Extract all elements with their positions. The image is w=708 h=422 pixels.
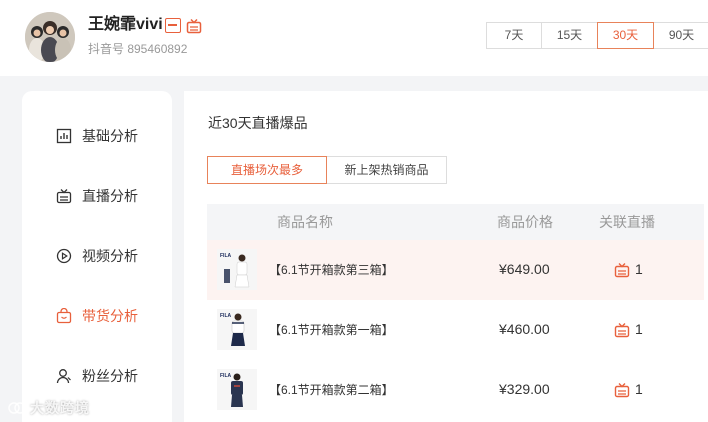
column-header-price: 商品价格 bbox=[497, 214, 553, 230]
table-header: 商品名称 商品价格 关联直播 bbox=[207, 204, 704, 240]
level-badge-icon bbox=[165, 18, 181, 33]
related-live-count[interactable]: 1 bbox=[635, 381, 643, 397]
sidebar-item-basic-analysis[interactable]: 基础分析 bbox=[22, 121, 172, 151]
shopping-bag-icon bbox=[56, 307, 72, 324]
live-tv-icon bbox=[614, 262, 630, 278]
bar-chart-icon bbox=[56, 128, 72, 144]
product-thumbnail[interactable]: FILA bbox=[217, 369, 257, 410]
douyin-id: 抖音号 895460892 bbox=[88, 42, 188, 56]
sidebar-item-label: 带货分析 bbox=[82, 308, 138, 324]
sidebar-item-label: 视频分析 bbox=[82, 248, 138, 264]
sidebar: 基础分析 直播分析 视频分析 带货分析 粉丝分析 bbox=[22, 91, 172, 422]
svg-text:FILA: FILA bbox=[220, 313, 231, 319]
watermark-logo-icon bbox=[8, 400, 26, 416]
profile-name: 王婉霏vivi bbox=[88, 16, 163, 33]
range-30d-button[interactable]: 30天 bbox=[597, 22, 654, 49]
tab-new-hot-products[interactable]: 新上架热销商品 bbox=[326, 156, 447, 184]
range-15d-button[interactable]: 15天 bbox=[541, 22, 598, 49]
sidebar-item-label: 基础分析 bbox=[82, 128, 138, 144]
table-row[interactable]: FILA 【6.1节开箱款第三箱】 ¥649.00 1 bbox=[207, 240, 704, 300]
user-icon bbox=[56, 368, 72, 384]
avatar bbox=[25, 12, 75, 62]
product-name[interactable]: 【6.1节开箱款第一箱】 bbox=[269, 323, 394, 337]
product-thumbnail[interactable]: FILA bbox=[217, 249, 257, 290]
product-thumbnail[interactable]: FILA bbox=[217, 309, 257, 350]
table-row[interactable]: FILA 【6.1节开箱款第二箱】 ¥329.00 1 bbox=[207, 360, 704, 420]
sidebar-item-fans-analysis[interactable]: 粉丝分析 bbox=[22, 361, 172, 391]
product-name[interactable]: 【6.1节开箱款第二箱】 bbox=[269, 383, 394, 397]
svg-text:FILA: FILA bbox=[220, 373, 231, 379]
profile-header: 王婉霏vivi 抖音号 895460892 7天 15天 30天 90天 bbox=[0, 0, 708, 76]
product-price: ¥649.00 bbox=[499, 261, 550, 277]
live-tv-icon bbox=[614, 322, 630, 338]
product-price: ¥460.00 bbox=[499, 321, 550, 337]
table-row[interactable]: FILA 【6.1节开箱款第一箱】 ¥460.00 1 bbox=[207, 300, 704, 360]
sidebar-item-label: 粉丝分析 bbox=[82, 368, 138, 384]
sidebar-item-video-analysis[interactable]: 视频分析 bbox=[22, 241, 172, 271]
range-90d-button[interactable]: 90天 bbox=[653, 22, 708, 49]
column-header-product-name: 商品名称 bbox=[277, 214, 333, 230]
main-panel: 近30天直播爆品 直播场次最多 新上架热销商品 商品名称 商品价格 关联直播 F… bbox=[184, 91, 708, 422]
page-title: 近30天直播爆品 bbox=[208, 115, 308, 131]
product-price: ¥329.00 bbox=[499, 381, 550, 397]
live-tv-icon bbox=[56, 188, 72, 204]
live-badge-icon bbox=[186, 18, 202, 34]
tab-most-live-sessions[interactable]: 直播场次最多 bbox=[207, 156, 327, 184]
range-7d-button[interactable]: 7天 bbox=[486, 22, 542, 49]
sidebar-item-label: 直播分析 bbox=[82, 188, 138, 204]
column-header-related-live: 关联直播 bbox=[599, 214, 655, 230]
related-live-count[interactable]: 1 bbox=[635, 261, 643, 277]
svg-text:FILA: FILA bbox=[220, 253, 231, 259]
watermark: 大数跨境 bbox=[30, 400, 90, 416]
related-live-count[interactable]: 1 bbox=[635, 321, 643, 337]
product-name[interactable]: 【6.1节开箱款第三箱】 bbox=[269, 263, 394, 277]
play-circle-icon bbox=[56, 248, 72, 264]
live-tv-icon bbox=[614, 382, 630, 398]
sidebar-item-sales-analysis[interactable]: 带货分析 bbox=[22, 301, 172, 331]
sidebar-item-live-analysis[interactable]: 直播分析 bbox=[22, 181, 172, 211]
